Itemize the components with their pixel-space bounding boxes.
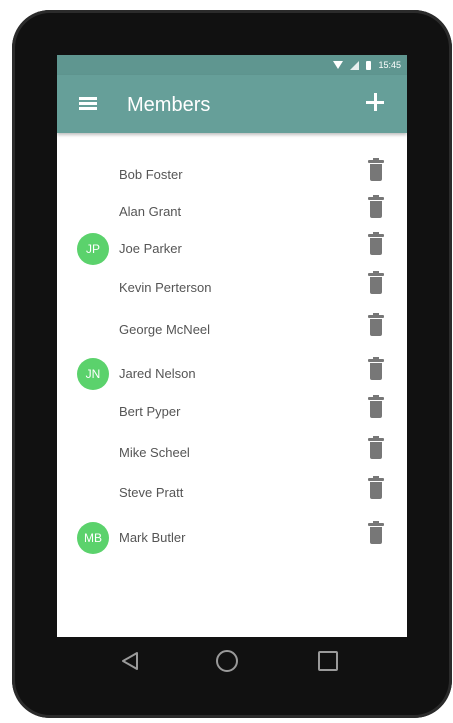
- list-item[interactable]: JP Joe Parker: [57, 231, 407, 267]
- home-icon[interactable]: [216, 650, 238, 672]
- trash-icon: [368, 232, 384, 237]
- trash-icon: [368, 436, 384, 441]
- member-name: Mark Butler: [119, 530, 186, 545]
- list-item[interactable]: Bert Pyper: [57, 394, 407, 430]
- member-name: Kevin Perterson: [119, 280, 212, 295]
- delete-button[interactable]: [367, 232, 385, 256]
- list-item[interactable]: MB Mark Butler: [57, 520, 407, 556]
- trash-icon: [368, 395, 384, 400]
- list-item[interactable]: JN Jared Nelson: [57, 356, 407, 392]
- delete-button[interactable]: [367, 521, 385, 545]
- screen: 15:45 Members Bob Foster Alan Grant JP J…: [57, 55, 407, 637]
- recents-icon[interactable]: [318, 651, 338, 671]
- member-name: Bob Foster: [119, 167, 183, 182]
- wifi-icon: [333, 61, 344, 69]
- delete-button[interactable]: [367, 395, 385, 419]
- delete-button[interactable]: [367, 158, 385, 182]
- avatar: JP: [77, 233, 109, 265]
- list-item[interactable]: Steve Pratt: [57, 475, 407, 511]
- trash-icon: [368, 271, 384, 276]
- avatar: JN: [77, 358, 109, 390]
- list-item[interactable]: Kevin Perterson: [57, 270, 407, 306]
- back-icon[interactable]: [119, 650, 141, 672]
- menu-icon[interactable]: [79, 97, 97, 110]
- list-item[interactable]: Alan Grant: [57, 194, 407, 230]
- delete-button[interactable]: [367, 357, 385, 381]
- page-title: Members: [127, 94, 211, 116]
- member-name: Mike Scheel: [119, 445, 190, 460]
- delete-button[interactable]: [367, 436, 385, 460]
- member-name: Joe Parker: [119, 241, 182, 256]
- member-name: Alan Grant: [119, 204, 182, 219]
- list-item[interactable]: Mike Scheel: [57, 435, 407, 471]
- member-name: Bert Pyper: [119, 404, 181, 419]
- trash-icon: [368, 476, 384, 481]
- add-member-button[interactable]: [363, 90, 387, 114]
- trash-icon: [368, 521, 384, 526]
- delete-button[interactable]: [367, 313, 385, 337]
- trash-icon: [368, 357, 384, 362]
- app-bar: Members: [57, 75, 407, 133]
- status-icons: 15:45: [333, 58, 401, 72]
- member-list: Bob Foster Alan Grant JP Joe Parker Kevi…: [57, 133, 407, 637]
- trash-icon: [368, 313, 384, 318]
- avatar: MB: [77, 522, 109, 554]
- delete-button[interactable]: [367, 476, 385, 500]
- member-name: Steve Pratt: [119, 485, 184, 500]
- list-item[interactable]: Bob Foster: [57, 157, 407, 193]
- trash-icon: [368, 158, 384, 163]
- navigation-bar: [57, 637, 407, 687]
- delete-button[interactable]: [367, 195, 385, 219]
- trash-icon: [368, 195, 384, 200]
- member-name: George McNeel: [119, 322, 211, 337]
- status-bar: 15:45: [57, 55, 407, 75]
- battery-icon: [366, 60, 372, 70]
- list-item[interactable]: George McNeel: [57, 312, 407, 348]
- delete-button[interactable]: [367, 271, 385, 295]
- status-time: 15:45: [378, 60, 401, 70]
- member-name: Jared Nelson: [119, 366, 196, 381]
- signal-icon: [350, 60, 360, 70]
